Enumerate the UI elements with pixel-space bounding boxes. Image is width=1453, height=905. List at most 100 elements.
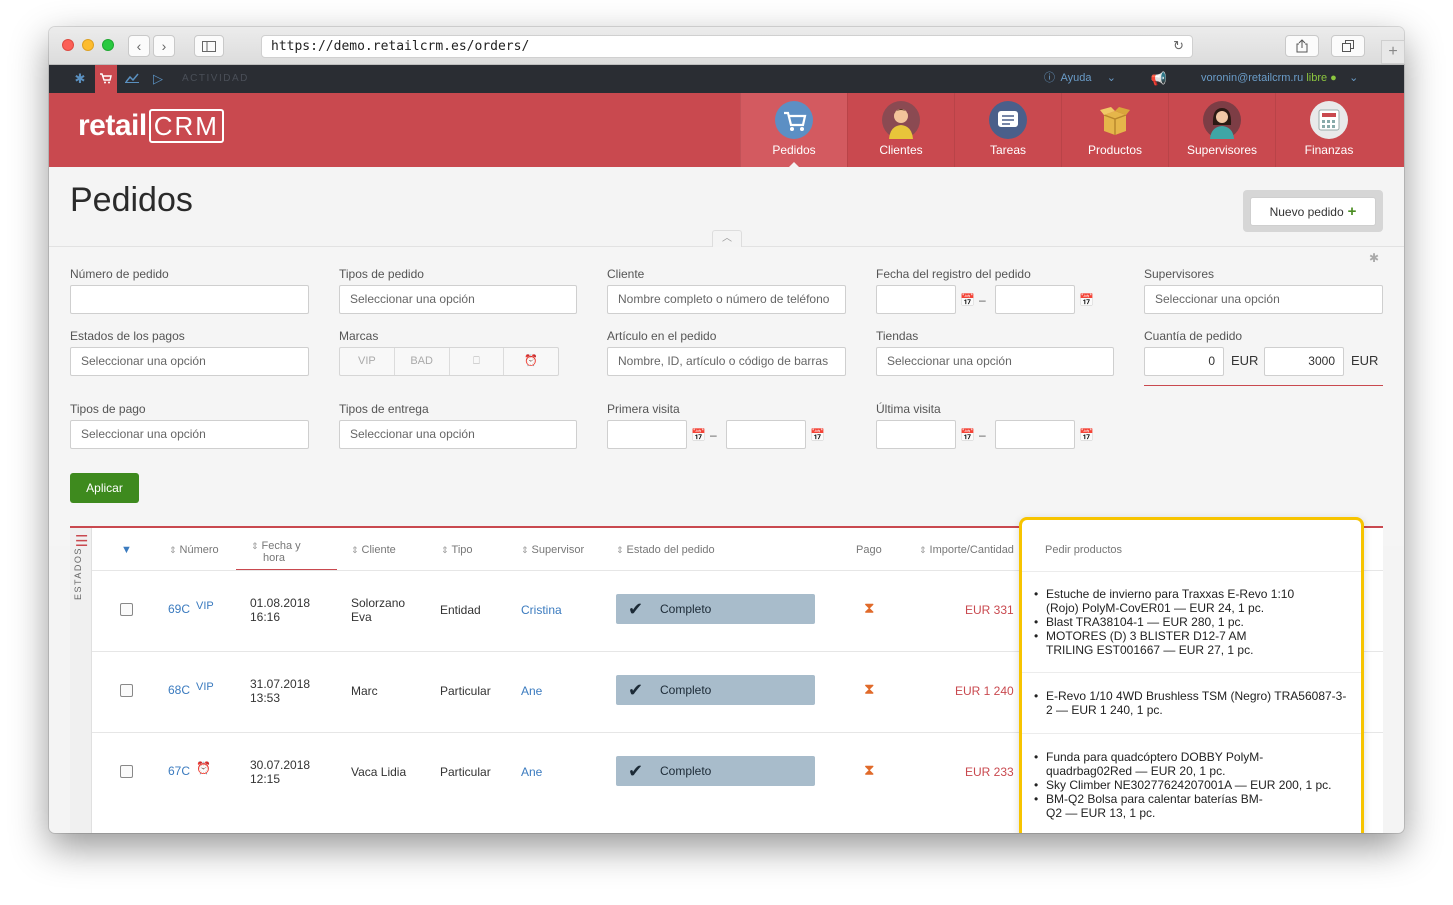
cliente-input[interactable]: Nombre completo o número de teléfono bbox=[607, 285, 846, 314]
numero-input[interactable] bbox=[70, 285, 309, 314]
help-menu[interactable]: ⓘ Ayuda ⌄ bbox=[1044, 65, 1116, 91]
amount-slider-track[interactable] bbox=[1144, 385, 1383, 386]
tiendas-label: Tiendas bbox=[876, 329, 919, 343]
new-order-container: Nuevo pedido + bbox=[1243, 190, 1383, 232]
client-avatar-icon bbox=[882, 101, 920, 139]
estados-pagos-select[interactable]: Seleccionar una opción bbox=[70, 347, 309, 376]
reload-icon[interactable]: ↻ bbox=[1173, 36, 1184, 57]
order-supervisor[interactable]: Ane bbox=[521, 684, 542, 698]
gear-icon[interactable]: ✱ bbox=[69, 65, 91, 93]
back-button[interactable]: ‹ bbox=[128, 35, 150, 57]
supervisores-select[interactable]: Seleccionar una opción bbox=[1144, 285, 1383, 314]
primera-visita-to[interactable] bbox=[726, 420, 806, 449]
zoom-window-button[interactable] bbox=[102, 39, 114, 51]
nav-clientes[interactable]: Clientes bbox=[847, 93, 954, 167]
row-checkbox[interactable] bbox=[120, 603, 133, 616]
order-status[interactable]: ✔ Completo bbox=[616, 756, 815, 786]
ultima-visita-to[interactable] bbox=[995, 420, 1075, 449]
order-supervisor[interactable]: Ane bbox=[521, 765, 542, 779]
mark-alarm-icon[interactable]: ⏰ bbox=[504, 348, 558, 375]
primera-visita-from[interactable] bbox=[607, 420, 687, 449]
articulo-input[interactable]: Nombre, ID, artículo o código de barras bbox=[607, 347, 846, 376]
select-all-caret-icon[interactable]: ▼ bbox=[121, 528, 132, 570]
calendar-icon[interactable]: 📅 bbox=[810, 428, 825, 442]
user-menu[interactable]: voronin@retailcrm.ru libre ● ⌄ bbox=[1201, 65, 1358, 91]
cart-icon bbox=[775, 101, 813, 139]
order-number[interactable]: 69C bbox=[168, 602, 190, 616]
cuantia-label: Cuantía de pedido bbox=[1144, 329, 1243, 343]
fecha-to-input[interactable] bbox=[995, 285, 1075, 314]
nav-productos[interactable]: Productos bbox=[1061, 93, 1168, 167]
sort-icon: ⇕ bbox=[521, 545, 529, 555]
nav-label: Pedidos bbox=[772, 143, 816, 157]
chevron-down-icon: ⌄ bbox=[1349, 72, 1359, 84]
user-status: libre bbox=[1306, 72, 1328, 84]
order-type: Particular bbox=[440, 765, 491, 779]
ultima-visita-label: Última visita bbox=[876, 402, 941, 416]
play-icon[interactable]: ▷ bbox=[147, 65, 169, 93]
order-amount: EUR 331 bbox=[965, 603, 1014, 617]
calendar-icon[interactable]: 📅 bbox=[960, 293, 975, 307]
share-button[interactable] bbox=[1285, 35, 1319, 57]
order-status[interactable]: ✔ Completo bbox=[616, 675, 815, 705]
tipos-pago-select[interactable]: Seleccionar una opción bbox=[70, 420, 309, 449]
col-estado[interactable]: ⇕ Estado del pedido bbox=[616, 528, 715, 570]
calendar-icon[interactable]: 📅 bbox=[691, 428, 706, 442]
list-item: Estuche de invierno para Traxxas E-Revo … bbox=[1033, 587, 1353, 615]
calendar-icon[interactable]: 📅 bbox=[960, 428, 975, 442]
nav-supervisores[interactable]: Supervisores bbox=[1168, 93, 1275, 167]
fecha-from-input[interactable] bbox=[876, 285, 956, 314]
analytics-icon[interactable] bbox=[121, 65, 143, 93]
apply-button[interactable]: Aplicar bbox=[70, 473, 139, 503]
sidebar-toggle-button[interactable] bbox=[194, 35, 224, 57]
order-supervisor[interactable]: Cristina bbox=[521, 603, 562, 617]
mark-box-icon[interactable]: ⎕ bbox=[450, 348, 505, 375]
states-sidebar[interactable]: ☰ ESTADOS bbox=[70, 528, 92, 833]
ultima-visita-from[interactable] bbox=[876, 420, 956, 449]
sort-icon: ⇕ bbox=[919, 545, 927, 555]
nav-tareas[interactable]: Tareas bbox=[954, 93, 1061, 167]
forward-button[interactable]: › bbox=[153, 35, 175, 57]
app-topbar: ✱ ▷ ACTIVIDAD ⓘ Ayuda ⌄ 📢 voronin@retail… bbox=[49, 65, 1404, 93]
cuantia-min-input[interactable]: 0 bbox=[1144, 347, 1224, 376]
col-importe[interactable]: ⇕ Importe/Cantidad bbox=[919, 528, 1014, 570]
mark-vip-toggle[interactable]: VIP bbox=[340, 348, 395, 375]
tipos-label: Tipos de pedido bbox=[339, 267, 424, 281]
megaphone-icon[interactable]: 📢 bbox=[1148, 65, 1170, 93]
col-numero[interactable]: ⇕ Número bbox=[169, 528, 219, 570]
nav-finanzas[interactable]: Finanzas bbox=[1275, 93, 1382, 167]
order-client: Marc bbox=[351, 684, 378, 698]
address-bar[interactable]: https://demo.retailcrm.es/orders/ ↻ bbox=[261, 35, 1193, 58]
col-cliente[interactable]: ⇕ Cliente bbox=[351, 528, 396, 570]
col-tipo[interactable]: ⇕ Tipo bbox=[441, 528, 473, 570]
tiendas-select[interactable]: Seleccionar una opción bbox=[876, 347, 1114, 376]
retailcrm-logo[interactable]: retail CRM bbox=[78, 109, 224, 143]
order-number[interactable]: 67C bbox=[168, 764, 190, 778]
col-supervisor[interactable]: ⇕ Supervisor bbox=[521, 528, 584, 570]
list-item: Sky Climber NE30277624207001A — EUR 200,… bbox=[1033, 778, 1353, 792]
cuantia-max-input[interactable]: 3000 bbox=[1264, 347, 1344, 376]
new-order-button[interactable]: Nuevo pedido + bbox=[1250, 197, 1376, 226]
tipos-entrega-select[interactable]: Seleccionar una opción bbox=[339, 420, 577, 449]
row-checkbox[interactable] bbox=[120, 765, 133, 778]
tabs-button[interactable] bbox=[1331, 35, 1365, 57]
close-window-button[interactable] bbox=[62, 39, 74, 51]
calendar-icon[interactable]: 📅 bbox=[1079, 293, 1094, 307]
cart-icon[interactable] bbox=[95, 65, 117, 93]
order-status[interactable]: ✔ Completo bbox=[616, 594, 815, 624]
row-checkbox[interactable] bbox=[120, 684, 133, 697]
mark-bad-toggle[interactable]: BAD bbox=[395, 348, 450, 375]
date-separator: – bbox=[710, 428, 717, 442]
nav-pedidos[interactable]: Pedidos bbox=[740, 93, 847, 168]
col-pago[interactable]: Pago bbox=[856, 528, 882, 570]
order-datetime: 01.08.2018 16:16 bbox=[250, 596, 311, 624]
tipos-select[interactable]: Seleccionar una opción bbox=[339, 285, 577, 314]
new-tab-button[interactable]: + bbox=[1381, 40, 1405, 64]
order-number[interactable]: 68C bbox=[168, 683, 190, 697]
calendar-icon[interactable]: 📅 bbox=[1079, 428, 1094, 442]
activity-label[interactable]: ACTIVIDAD bbox=[182, 65, 249, 93]
filter-settings-gear-icon[interactable]: ✱ bbox=[1369, 251, 1379, 265]
divider bbox=[1022, 571, 1361, 572]
minimize-window-button[interactable] bbox=[82, 39, 94, 51]
collapse-filters-button[interactable]: ︿ bbox=[712, 230, 742, 247]
